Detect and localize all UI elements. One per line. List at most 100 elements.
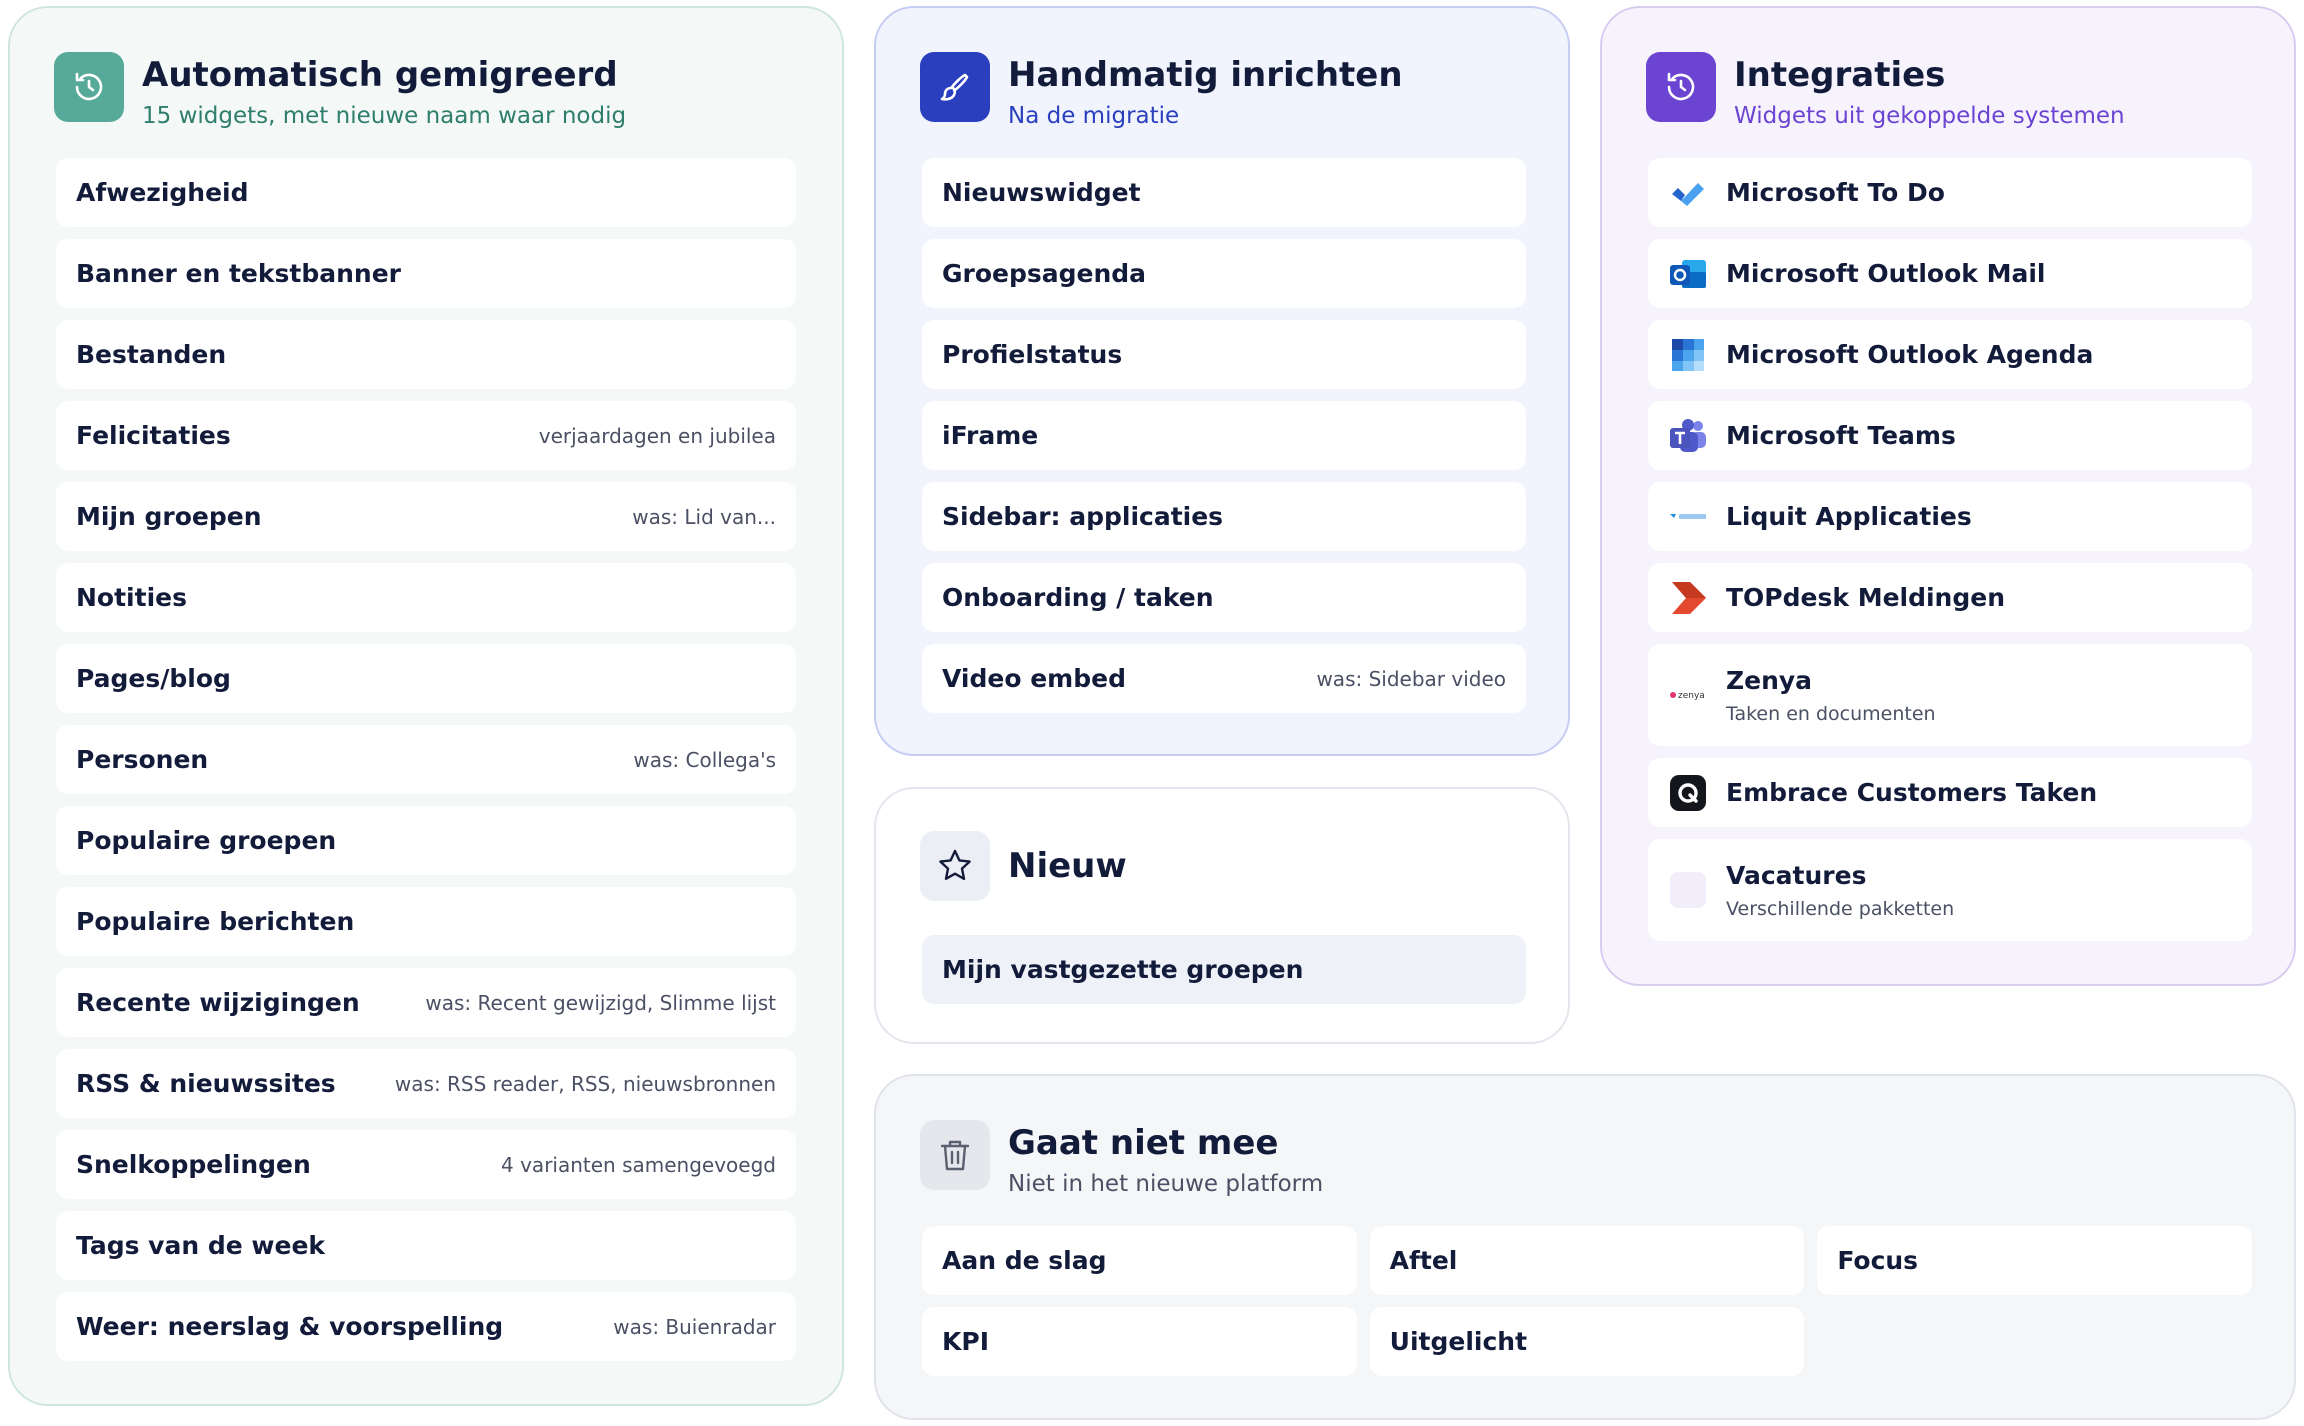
brush-icon [920, 52, 990, 122]
item-label: Liquit Applicaties [1726, 502, 1972, 531]
item-label: Aftel [1389, 1246, 1458, 1275]
list-item[interactable]: Felicitaties verjaardagen en jubilea [56, 401, 796, 470]
auto-migrated-card: Automatisch gemigreerd 15 widgets, met n… [8, 6, 844, 1406]
item-label: Mijn vastgezette groepen [942, 955, 1304, 984]
item-label: Microsoft To Do [1726, 178, 1945, 207]
list-item[interactable]: Populaire berichten [56, 887, 796, 956]
integration-item[interactable]: Microsoft Outlook Agenda [1648, 320, 2252, 389]
item-sub: Verschillende pakketten [1726, 897, 1955, 920]
zenya-icon: zenya [1668, 675, 1708, 715]
integration-item[interactable]: zenya Zenya Taken en documenten [1648, 644, 2252, 746]
list-item[interactable]: Mijn groepen was: Lid van... [56, 482, 796, 551]
item-label: Uitgelicht [1389, 1327, 1528, 1356]
list-item[interactable]: Nieuwswidget [922, 158, 1526, 227]
list-item[interactable]: Sidebar: applicaties [922, 482, 1526, 551]
item-label: Populaire berichten [76, 907, 355, 936]
item-label: Aan de slag [942, 1246, 1107, 1275]
card-title: Integraties [1734, 55, 1946, 95]
item-note: was: Sidebar video [1316, 666, 1506, 691]
list-item[interactable]: Snelkoppelingen 4 varianten samengevoegd [56, 1130, 796, 1199]
item-note: was: Recent gewijzigd, Slimme lijst [425, 990, 776, 1015]
list-item[interactable]: iFrame [922, 401, 1526, 470]
history-icon [1646, 52, 1716, 122]
item-label: RSS & nieuwssites [76, 1069, 336, 1098]
manual-setup-card: Handmatig inrichten Na de migratie Nieuw… [874, 6, 1570, 756]
list-item[interactable]: Bestanden [56, 320, 796, 389]
card-header: Nieuw [920, 831, 1127, 901]
item-label: Microsoft Outlook Mail [1726, 259, 2046, 288]
list-item[interactable]: Aftel [1369, 1226, 1805, 1295]
item-note: was: RSS reader, RSS, nieuwsbronnen [394, 1071, 776, 1096]
card-header: Automatisch gemigreerd 15 widgets, met n… [54, 52, 626, 132]
item-label: Pages/blog [76, 664, 231, 693]
list-item[interactable]: Personen was: Collega's [56, 725, 796, 794]
integration-item[interactable]: Liquit Applicaties [1648, 482, 2252, 551]
topdesk-icon [1668, 578, 1708, 618]
list-item[interactable]: Uitgelicht [1369, 1307, 1805, 1376]
history-icon [54, 52, 124, 122]
integration-item[interactable]: Embrace Customers Taken [1648, 758, 2252, 827]
item-sub: Taken en documenten [1726, 702, 1936, 725]
item-label: Tags van de week [76, 1231, 326, 1260]
item-label: Embrace Customers Taken [1726, 778, 2098, 807]
list-item[interactable]: Aan de slag [922, 1226, 1357, 1295]
liquit-icon [1668, 497, 1708, 537]
item-label: Nieuwswidget [942, 178, 1141, 207]
manual-widget-list: Nieuwswidget Groepsagenda Profielstatus … [922, 158, 1526, 725]
list-item[interactable]: Tags van de week [56, 1211, 796, 1280]
item-label: Onboarding / taken [942, 583, 1214, 612]
list-item[interactable]: Afwezigheid [56, 158, 796, 227]
star-icon [920, 831, 990, 901]
list-item[interactable]: Weer: neerslag & voorspelling was: Buienr… [56, 1292, 796, 1361]
integrations-card: Integraties Widgets uit gekoppelde syste… [1600, 6, 2296, 986]
list-item[interactable]: Notities [56, 563, 796, 632]
item-label: Personen [76, 745, 209, 774]
list-item[interactable]: Mijn vastgezette groepen [922, 935, 1526, 1004]
item-label: Notities [76, 583, 187, 612]
embrace-icon [1668, 773, 1708, 813]
item-label: Banner en tekstbanner [76, 259, 401, 288]
item-label: Afwezigheid [76, 178, 249, 207]
integration-item[interactable]: TOPdesk Meldingen [1648, 563, 2252, 632]
item-label: Weer: neerslag & voorspelling [76, 1312, 504, 1341]
item-note: was: Collega's [633, 747, 776, 772]
integration-item[interactable]: Microsoft Teams [1648, 401, 2252, 470]
new-card: Nieuw Mijn vastgezette groepen [874, 787, 1570, 1044]
list-item[interactable]: Video embed was: Sidebar video [922, 644, 1526, 713]
card-header: Handmatig inrichten Na de migratie [920, 52, 1403, 132]
item-label: Video embed [942, 664, 1126, 693]
list-item[interactable]: RSS & nieuwssites was: RSS reader, RSS, n… [56, 1049, 796, 1118]
card-subtitle: Widgets uit gekoppelde systemen [1734, 103, 2125, 129]
list-item[interactable]: Groepsagenda [922, 239, 1526, 308]
list-item[interactable]: KPI [922, 1307, 1357, 1376]
item-label: Focus [1837, 1246, 1919, 1275]
item-label: Groepsagenda [942, 259, 1147, 288]
list-item[interactable]: Pages/blog [56, 644, 796, 713]
item-note: was: Lid van... [632, 504, 776, 529]
item-label: iFrame [942, 421, 1039, 450]
integration-item[interactable]: Microsoft To Do [1648, 158, 2252, 227]
list-item[interactable]: Onboarding / taken [922, 563, 1526, 632]
card-subtitle: 15 widgets, met nieuwe naam waar nodig [142, 103, 627, 129]
item-label: Mijn groepen [76, 502, 262, 531]
card-title: Gaat niet mee [1008, 1123, 1279, 1163]
outlook-calendar-icon [1668, 335, 1708, 375]
list-item[interactable]: Populaire groepen [56, 806, 796, 875]
item-label: Microsoft Outlook Agenda [1726, 340, 2094, 369]
list-item[interactable]: Profielstatus [922, 320, 1526, 389]
item-label: Populaire groepen [76, 826, 337, 855]
card-header: Integraties Widgets uit gekoppelde syste… [1646, 52, 2125, 132]
card-title: Handmatig inrichten [1008, 55, 1403, 95]
list-item[interactable]: Banner en tekstbanner [56, 239, 796, 308]
item-label: Bestanden [76, 340, 227, 369]
item-label: Vacatures [1726, 860, 1867, 890]
list-item[interactable]: Recente wijzigingen was: Recent gewijzigd… [56, 968, 796, 1037]
integration-item[interactable]: Microsoft Outlook Mail [1648, 239, 2252, 308]
item-label: Felicitaties [76, 421, 231, 450]
integration-item[interactable]: Vacatures Verschillende pakketten [1648, 839, 2252, 941]
card-header: Gaat niet mee Niet in het nieuwe platfor… [920, 1120, 1323, 1200]
item-label: TOPdesk Meldingen [1726, 583, 2006, 612]
card-subtitle: Na de migratie [1008, 103, 1180, 129]
item-label: Snelkoppelingen [76, 1150, 311, 1179]
list-item[interactable]: Focus [1817, 1226, 2252, 1295]
